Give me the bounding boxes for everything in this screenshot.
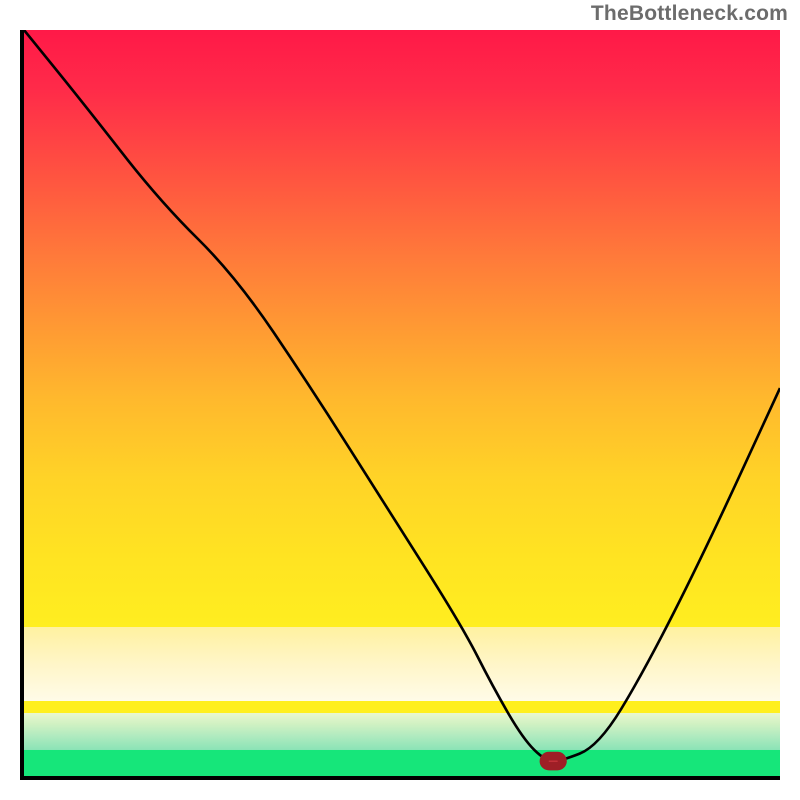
optimal-marker <box>544 756 562 766</box>
plot-area <box>20 30 780 780</box>
watermark-text: TheBottleneck.com <box>591 2 788 26</box>
chart-frame: TheBottleneck.com <box>0 0 800 800</box>
bottleneck-curve-path <box>24 30 780 761</box>
curve-overlay <box>24 30 780 776</box>
